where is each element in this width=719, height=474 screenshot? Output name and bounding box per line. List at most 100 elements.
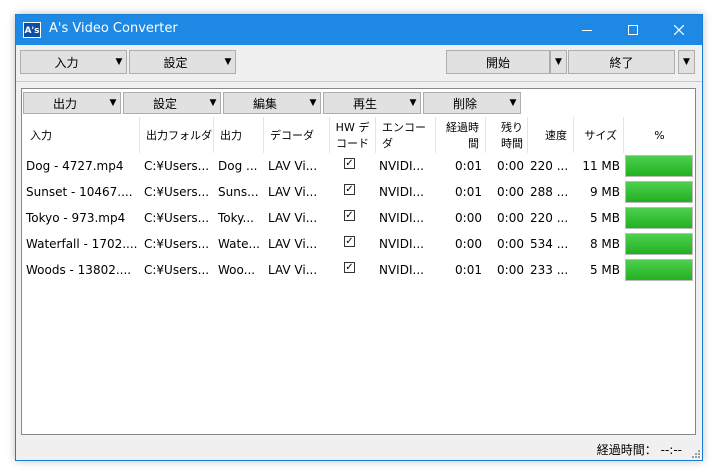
column-header-percent[interactable]: % bbox=[624, 117, 695, 153]
close-button[interactable] bbox=[656, 15, 702, 45]
column-header-decoder[interactable]: デコーダ bbox=[264, 117, 330, 153]
cell-encoder: NVIDI... bbox=[379, 159, 424, 173]
cell-size: 8 MB bbox=[589, 237, 620, 251]
chevron-down-icon: ▼ bbox=[115, 57, 123, 67]
cell-decoder: LAV Vi... bbox=[268, 263, 318, 277]
cell-elapsed: 0:01 bbox=[455, 185, 482, 199]
output-button[interactable]: 出力 ▼ bbox=[23, 92, 121, 114]
settings-button-label: 設定 bbox=[163, 55, 188, 70]
cell-decoder: LAV Vi... bbox=[268, 211, 318, 225]
cell-remaining: 0:00 bbox=[497, 159, 524, 173]
minimize-icon bbox=[582, 30, 592, 31]
window-title: A's Video Converter bbox=[49, 21, 178, 36]
column-header-label: 入力 bbox=[30, 129, 52, 142]
hw-decode-checkbox[interactable]: ✓ bbox=[344, 158, 355, 169]
cell-input: Dog - 4727.mp4 bbox=[26, 159, 124, 173]
cell-input: Tokyo - 973.mp4 bbox=[26, 211, 126, 225]
cell-size: 5 MB bbox=[589, 263, 620, 277]
cell-speed: 220 ... bbox=[530, 211, 569, 225]
table-row[interactable]: Tokyo - 973.mp4 C:¥Users... Toky... LAV … bbox=[22, 205, 695, 231]
cell-speed: 220 ... bbox=[530, 159, 569, 173]
progress-fill bbox=[626, 234, 692, 254]
close-icon bbox=[674, 25, 684, 35]
cell-encoder: NVIDI... bbox=[379, 237, 424, 251]
cell-output: Wate... bbox=[218, 237, 260, 251]
end-button-label: 終了 bbox=[609, 55, 634, 70]
column-header-speed[interactable]: 速度 bbox=[528, 117, 574, 153]
cell-input: Waterfall - 1702.... bbox=[26, 237, 138, 251]
cell-elapsed: 0:01 bbox=[455, 159, 482, 173]
chevron-down-icon: ▼ bbox=[209, 98, 217, 108]
toolbar-divider bbox=[16, 81, 702, 82]
column-header-elapsed[interactable]: 経過時 間 bbox=[436, 117, 486, 153]
column-header-label: エンコーダ bbox=[382, 121, 426, 150]
minimize-button[interactable] bbox=[564, 15, 610, 45]
progress-fill bbox=[626, 156, 692, 176]
cell-elapsed: 0:00 bbox=[455, 211, 482, 225]
hw-decode-checkbox[interactable]: ✓ bbox=[344, 210, 355, 221]
start-button[interactable]: 開始 bbox=[446, 50, 550, 74]
table-row[interactable]: Dog - 4727.mp4 C:¥Users... Dog ... LAV V… bbox=[22, 153, 695, 179]
play-button[interactable]: 再生 ▼ bbox=[323, 92, 421, 114]
cell-output-folder: C:¥Users... bbox=[144, 263, 210, 277]
progress-fill bbox=[626, 182, 692, 202]
hw-decode-checkbox[interactable]: ✓ bbox=[344, 184, 355, 195]
table-row[interactable]: Waterfall - 1702.... C:¥Users... Wate...… bbox=[22, 231, 695, 257]
cell-size: 11 MB bbox=[582, 159, 620, 173]
cell-remaining: 0:00 bbox=[497, 237, 524, 251]
end-dropdown-button[interactable]: ▼ bbox=[678, 50, 695, 74]
chevron-down-icon: ▼ bbox=[309, 98, 317, 108]
cell-speed: 233 ... bbox=[530, 263, 569, 277]
settings-button[interactable]: 設定 ▼ bbox=[129, 50, 236, 74]
column-header-output-folder[interactable]: 出力フォルダ bbox=[140, 117, 214, 153]
column-header-label: % bbox=[654, 128, 665, 142]
progress-bar bbox=[625, 233, 693, 255]
edit-button-label: 編集 bbox=[252, 96, 277, 111]
cell-output-folder: C:¥Users... bbox=[144, 211, 210, 225]
delete-button[interactable]: 削除 ▼ bbox=[423, 92, 521, 114]
column-header-label: 出力フォルダ bbox=[146, 129, 212, 142]
cell-elapsed: 0:00 bbox=[455, 237, 482, 251]
cell-output: Woo... bbox=[218, 263, 256, 277]
table-row[interactable]: Woods - 13802.... C:¥Users... Woo... LAV… bbox=[22, 257, 695, 283]
edit-button[interactable]: 編集 ▼ bbox=[223, 92, 321, 114]
end-button[interactable]: 終了 bbox=[568, 50, 675, 74]
table-row[interactable]: Sunset - 10467.... C:¥Users... Suns... L… bbox=[22, 179, 695, 205]
hw-decode-checkbox[interactable]: ✓ bbox=[344, 236, 355, 247]
elapsed-status-value: --:-- bbox=[660, 443, 682, 457]
cell-output: Suns... bbox=[218, 185, 259, 199]
title-bar[interactable]: A's A's Video Converter bbox=[16, 15, 702, 45]
task-settings-button[interactable]: 設定 ▼ bbox=[123, 92, 221, 114]
input-button[interactable]: 入力 ▼ bbox=[20, 50, 127, 74]
progress-bar bbox=[625, 259, 693, 281]
progress-bar bbox=[625, 181, 693, 203]
task-list[interactable]: 入力 出力フォルダ 出力 デコーダ HW デ コード エンコーダ 経過時 間 残… bbox=[22, 117, 695, 434]
cell-decoder: LAV Vi... bbox=[268, 185, 318, 199]
chevron-down-icon: ▼ bbox=[509, 98, 517, 108]
progress-fill bbox=[626, 208, 692, 228]
hw-decode-checkbox[interactable]: ✓ bbox=[344, 262, 355, 273]
column-header-output[interactable]: 出力 bbox=[214, 117, 264, 153]
column-header-size[interactable]: サイズ bbox=[574, 117, 624, 153]
cell-input: Woods - 13802.... bbox=[26, 263, 132, 277]
cell-elapsed: 0:01 bbox=[455, 263, 482, 277]
column-header-encoder[interactable]: エンコーダ bbox=[376, 117, 436, 153]
cell-encoder: NVIDI... bbox=[379, 185, 424, 199]
status-bar: 経過時間： --:-- bbox=[16, 437, 702, 460]
resize-grip-icon[interactable] bbox=[690, 448, 700, 458]
chevron-down-icon: ▼ bbox=[555, 57, 562, 67]
cell-encoder: NVIDI... bbox=[379, 263, 424, 277]
column-header-label: コード bbox=[336, 137, 369, 150]
cell-size: 9 MB bbox=[589, 185, 620, 199]
maximize-button[interactable] bbox=[610, 15, 656, 45]
column-header-hw-decode[interactable]: HW デ コード bbox=[330, 117, 376, 153]
cell-encoder: NVIDI... bbox=[379, 211, 424, 225]
column-header-input[interactable]: 入力 bbox=[22, 117, 140, 153]
cell-output-folder: C:¥Users... bbox=[144, 237, 210, 251]
start-button-label: 開始 bbox=[485, 55, 510, 70]
column-header-label: 速度 bbox=[545, 129, 567, 142]
start-dropdown-button[interactable]: ▼ bbox=[550, 50, 567, 74]
column-header-remaining[interactable]: 残り 時間 bbox=[486, 117, 528, 153]
column-header-label: 経過時 bbox=[446, 121, 479, 134]
cell-remaining: 0:00 bbox=[497, 211, 524, 225]
